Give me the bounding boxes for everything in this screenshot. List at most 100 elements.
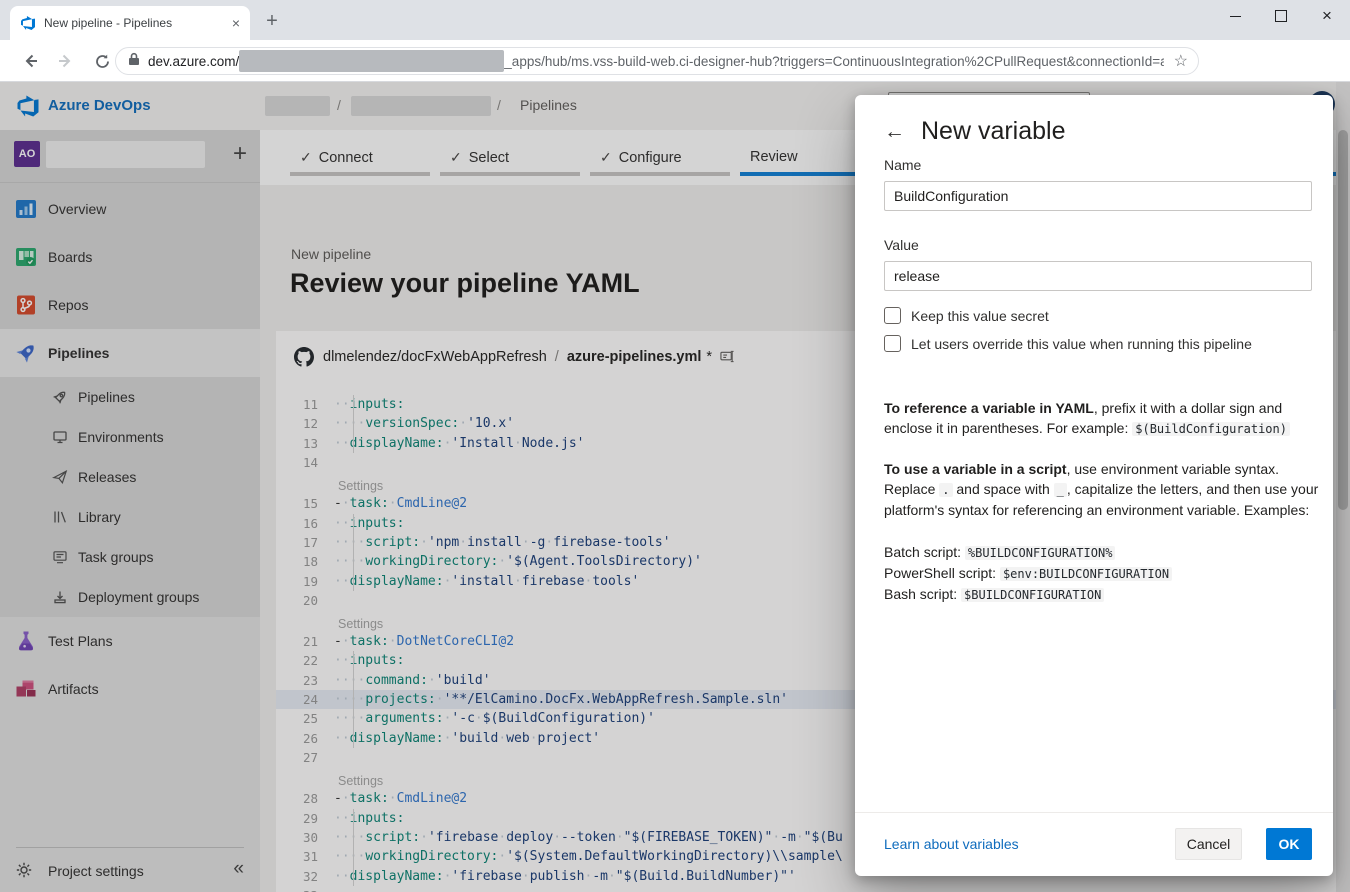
gear-icon: [15, 861, 33, 879]
bookmark-star-icon[interactable]: ☆: [1174, 51, 1188, 71]
text: Batch script:: [884, 544, 965, 560]
azure-devops-brand[interactable]: Azure DevOps: [48, 97, 151, 114]
project-name-redacted[interactable]: [46, 141, 205, 168]
task-groups-icon: [52, 549, 68, 565]
breadcrumb-current[interactable]: Pipelines: [520, 97, 577, 113]
panel-back-icon[interactable]: ←: [884, 121, 905, 142]
sidebar-item-label: Task groups: [78, 549, 153, 565]
line-number: 31: [276, 847, 334, 866]
bold-text: To use a variable in a script: [884, 461, 1067, 477]
sidebar-item-boards[interactable]: Boards: [0, 233, 260, 281]
back-icon[interactable]: [16, 47, 44, 75]
new-tab-button[interactable]: +: [258, 8, 286, 36]
rename-file-icon[interactable]: [720, 349, 736, 365]
sidebar-item-overview[interactable]: Overview: [0, 185, 260, 233]
indent-guide: [353, 414, 354, 433]
let-users-override-label[interactable]: Let users override this value when runni…: [911, 336, 1252, 352]
line-number: 12: [276, 414, 334, 433]
code-line[interactable]: 33: [276, 886, 1350, 892]
indent-guide: [353, 828, 354, 847]
code-text: [334, 886, 1350, 892]
let-users-override-checkbox[interactable]: [884, 335, 901, 352]
sidebar-item-label: Test Plans: [48, 633, 113, 649]
line-number: 30: [276, 828, 334, 847]
keep-secret-checkbox[interactable]: [884, 307, 901, 324]
sidebar-item-label: Repos: [48, 297, 88, 313]
sidebar-item-label: Library: [78, 509, 121, 525]
use-variable-help-text: To use a variable in a script, use envir…: [884, 459, 1322, 520]
script-examples: Batch script: %BUILDCONFIGURATION%PowerS…: [884, 542, 1322, 605]
sidebar-item-library[interactable]: Library: [0, 497, 260, 537]
settings-link[interactable]: Settings: [338, 617, 383, 631]
window-minimize-button[interactable]: [1212, 0, 1258, 32]
repo-name[interactable]: dlmelendez/docFxWebAppRefresh: [323, 349, 547, 365]
check-icon: ✓: [600, 149, 612, 166]
line-number: 13: [276, 434, 334, 453]
collapse-sidebar-icon[interactable]: «: [233, 858, 244, 880]
keep-secret-label[interactable]: Keep this value secret: [911, 308, 1049, 324]
sidebar-item-task-groups[interactable]: Task groups: [0, 537, 260, 577]
org-avatar[interactable]: AO: [14, 141, 40, 167]
tab-title: New pipeline - Pipelines: [44, 16, 224, 30]
sidebar-item-pipelines[interactable]: Pipelines: [0, 329, 260, 377]
breadcrumb-project-redacted[interactable]: [351, 96, 491, 116]
indent-guide: [353, 514, 354, 533]
script-example-line: PowerShell script: $env:BUILDCONFIGURATI…: [884, 563, 1322, 584]
sidebar-item-repos[interactable]: Repos: [0, 281, 260, 329]
sidebar-item-label: Overview: [48, 201, 106, 217]
sidebar-item-deployment-groups[interactable]: Deployment groups: [0, 577, 260, 617]
indent-guide: [353, 671, 354, 690]
indent-guide: [353, 729, 354, 748]
address-bar[interactable]: dev.azure.com/ _apps/hub/ms.vss-build-we…: [115, 47, 1199, 75]
url-host: dev.azure.com/: [148, 54, 239, 69]
sidebar-item-label: Environments: [78, 429, 164, 445]
sidebar-item-label: Pipelines: [48, 345, 109, 361]
sidebar-item-releases[interactable]: Releases: [0, 457, 260, 497]
wizard-step-configure[interactable]: ✓Configure: [600, 149, 682, 166]
scrollbar-thumb[interactable]: [1338, 130, 1348, 510]
browser-tab[interactable]: New pipeline - Pipelines ×: [10, 6, 250, 40]
indent-guide: [353, 690, 354, 709]
tab-close-icon[interactable]: ×: [232, 15, 240, 31]
sidebar-item-pipelines[interactable]: Pipelines: [0, 377, 260, 417]
wizard-step-connect[interactable]: ✓Connect: [300, 149, 373, 166]
sidebar-nav-section: AO + Overview Boards Repos Pipelines Pipelin…: [0, 130, 260, 617]
project-settings-link[interactable]: Project settings: [48, 863, 144, 879]
pipelines-sub-icon: [52, 389, 68, 405]
reload-icon[interactable]: [88, 47, 116, 75]
sidebar-footer: Project settings «: [0, 848, 260, 892]
yaml-file-name[interactable]: azure-pipelines.yml: [567, 349, 702, 365]
cancel-button[interactable]: Cancel: [1175, 828, 1242, 860]
sidebar: AO + Overview Boards Repos Pipelines Pipelin…: [0, 130, 260, 892]
name-input[interactable]: [884, 181, 1312, 211]
window-close-button[interactable]: ×: [1304, 0, 1350, 32]
indent-guide: [353, 809, 354, 828]
sidebar-item-artifacts[interactable]: Artifacts: [0, 665, 260, 713]
dirty-indicator: *: [706, 349, 712, 365]
inline-code: $env:BUILDCONFIGURATION: [1000, 567, 1172, 581]
add-project-icon[interactable]: +: [224, 138, 256, 170]
wizard-step-review[interactable]: Review: [750, 149, 798, 165]
line-number: 28: [276, 789, 334, 808]
page-viewport: Azure DevOps / / Pipelines AO + Overview…: [0, 82, 1350, 892]
check-icon: ✓: [450, 149, 462, 166]
window-maximize-button[interactable]: [1258, 0, 1304, 32]
browser-titlebar: New pipeline - Pipelines × + ×: [0, 0, 1350, 40]
learn-about-variables-link[interactable]: Learn about variables: [884, 836, 1019, 852]
settings-link[interactable]: Settings: [338, 774, 383, 788]
wizard-step-select[interactable]: ✓Select: [450, 149, 509, 166]
value-input[interactable]: [884, 261, 1312, 291]
line-number: 16: [276, 514, 334, 533]
test-plans-icon: [14, 629, 38, 653]
azure-devops-logo-icon[interactable]: [16, 94, 40, 118]
sidebar-item-test-plans[interactable]: Test Plans: [0, 617, 260, 665]
ok-button[interactable]: OK: [1266, 828, 1312, 860]
inline-code: $(BuildConfiguration): [1132, 422, 1290, 436]
forward-icon[interactable]: [52, 47, 80, 75]
breadcrumb-org-redacted[interactable]: [265, 96, 330, 116]
settings-link[interactable]: Settings: [338, 479, 383, 493]
page-scrollbar[interactable]: [1336, 82, 1350, 892]
sidebar-item-environments[interactable]: Environments: [0, 417, 260, 457]
inline-code: _: [1054, 483, 1067, 497]
wizard-step-underline: [290, 172, 430, 176]
